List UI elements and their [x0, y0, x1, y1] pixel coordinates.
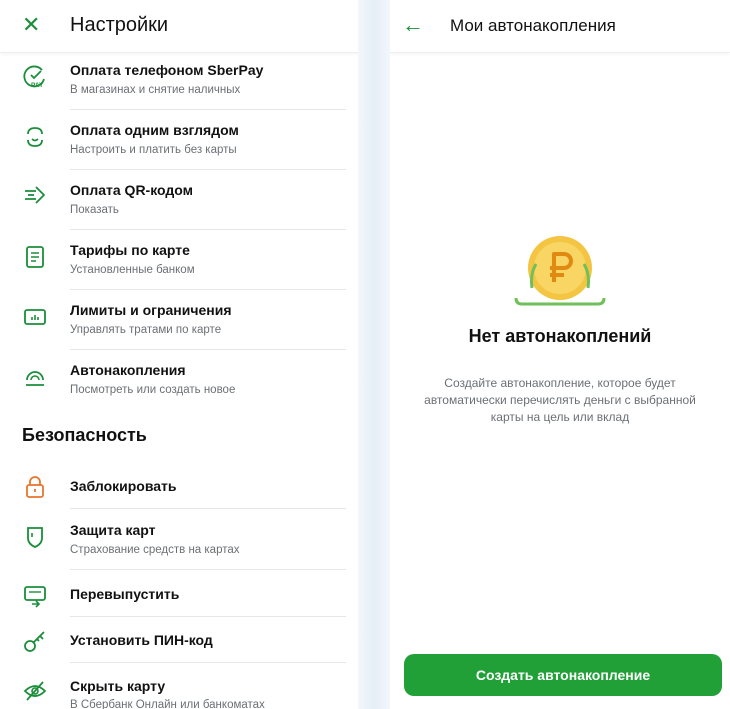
- close-icon[interactable]: ✕: [22, 13, 40, 37]
- qr-pay-icon: [25, 186, 45, 204]
- divider: [70, 349, 346, 350]
- section-title-security: Безопасность: [22, 425, 147, 445]
- key-icon: [24, 631, 45, 652]
- sberpay-icon: PAY: [23, 65, 45, 89]
- settings-item-tariffs[interactable]: Тарифы по карте Установленные банком: [0, 240, 358, 292]
- auto-savings-header: ← Мои автонакопления: [390, 0, 730, 53]
- back-arrow-icon[interactable]: ←: [402, 13, 424, 37]
- empty-state-title: Нет автонакоплений: [468, 326, 652, 346]
- settings-item-qr-pay[interactable]: Оплата QR-кодом Показать: [0, 180, 358, 232]
- item-subtitle: Установленные банком: [70, 264, 195, 276]
- settings-item-block[interactable]: Заблокировать: [0, 474, 358, 510]
- settings-item-card-protection[interactable]: Защита карт Страхование средств на карта…: [0, 520, 358, 572]
- divider: [70, 662, 346, 663]
- item-title: Перевыпустить: [70, 586, 180, 602]
- face-pay-icon: [27, 127, 43, 147]
- eye-off-icon: [23, 681, 47, 701]
- item-subtitle: Показать: [70, 204, 119, 216]
- auto-savings-icon: [26, 371, 44, 386]
- reissue-card-icon: [24, 586, 46, 608]
- settings-item-face-pay[interactable]: Оплата одним взглядом Настроить и платит…: [0, 120, 358, 172]
- divider: [70, 109, 346, 110]
- shield-icon: [27, 527, 43, 548]
- item-title: Установить ПИН-код: [70, 632, 213, 648]
- tariff-document-icon: [26, 246, 44, 268]
- item-title: Оплата QR-кодом: [70, 182, 194, 198]
- page-title: Мои автонакопления: [450, 16, 616, 35]
- settings-item-set-pin[interactable]: Установить ПИН-код: [0, 628, 358, 664]
- item-subtitle: В Сбербанк Онлайн или банкоматах: [70, 699, 265, 709]
- ruble-coin-icon: [514, 236, 606, 306]
- settings-item-auto-savings[interactable]: Автонакопления Посмотреть или создать но…: [0, 360, 358, 412]
- page-title: Настройки: [70, 14, 169, 36]
- svg-text:PAY: PAY: [31, 82, 44, 89]
- item-title: Заблокировать: [70, 478, 177, 494]
- divider: [70, 289, 346, 290]
- item-title: Оплата одним взглядом: [70, 122, 239, 138]
- divider: [70, 616, 346, 617]
- item-subtitle: Посмотреть или создать новое: [70, 384, 236, 396]
- limits-icon: [24, 309, 46, 325]
- settings-header: ✕ Настройки: [0, 0, 358, 53]
- item-subtitle: Управлять тратами по карте: [70, 324, 222, 336]
- settings-item-sberpay[interactable]: PAY Оплата телефоном SberPay В магазинах…: [0, 60, 358, 112]
- item-title: Лимиты и ограничения: [70, 302, 232, 318]
- auto-savings-panel: ← Мои автонакопления Нет автонакоплений …: [390, 0, 730, 709]
- item-title: Скрыть карту: [70, 678, 166, 694]
- item-title: Оплата телефоном SberPay: [70, 62, 264, 78]
- item-title: Тарифы по карте: [70, 242, 190, 258]
- settings-item-reissue[interactable]: Перевыпустить: [0, 582, 358, 618]
- lock-icon: [26, 476, 44, 498]
- divider: [70, 508, 346, 509]
- create-auto-savings-button[interactable]: Создать автонакопление: [404, 654, 722, 696]
- item-subtitle: В магазинах и снятие наличных: [70, 84, 241, 96]
- divider: [70, 169, 346, 170]
- settings-item-hide-card[interactable]: Скрыть карту В Сбербанк Онлайн или банко…: [0, 674, 358, 709]
- item-subtitle: Страхование средств на картах: [70, 544, 240, 556]
- divider: [70, 229, 346, 230]
- item-subtitle: Настроить и платить без карты: [70, 144, 237, 156]
- panel-separator: [358, 0, 390, 709]
- empty-state-description: Создайте автонакопление, которое будет а…: [424, 376, 696, 424]
- settings-item-limits[interactable]: Лимиты и ограничения Управлять тратами п…: [0, 300, 358, 352]
- divider: [70, 569, 346, 570]
- settings-panel: ✕ Настройки PAY Оплата телефоном SberPay…: [0, 0, 358, 709]
- item-title: Автонакопления: [70, 362, 186, 378]
- item-title: Защита карт: [70, 522, 156, 538]
